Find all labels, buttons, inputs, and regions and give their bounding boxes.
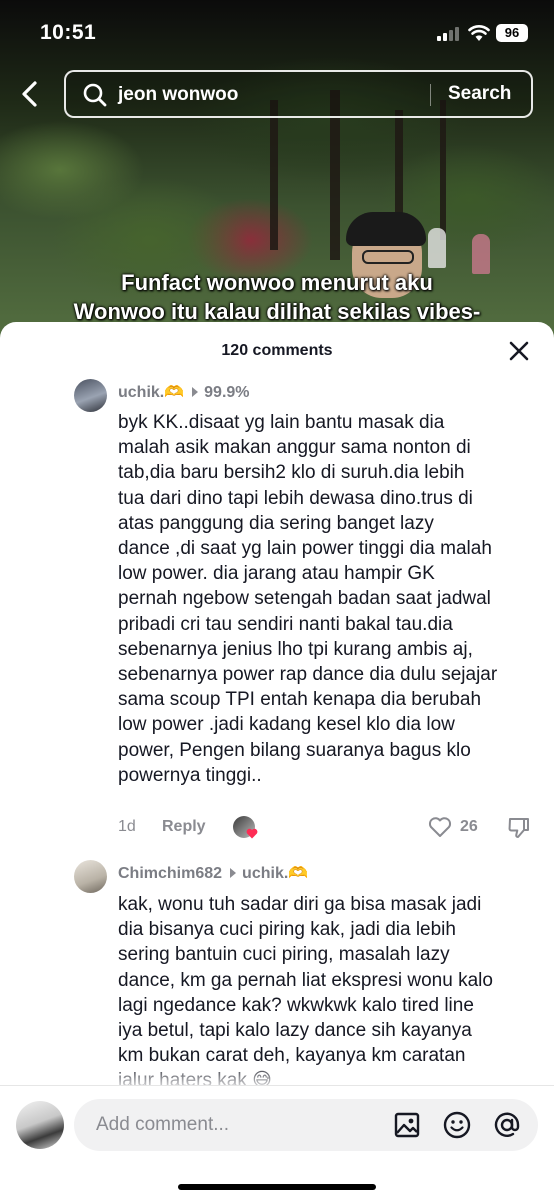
wifi-icon: [468, 25, 490, 41]
signal-icon: [437, 27, 459, 41]
reply-button[interactable]: Reply: [162, 818, 206, 836]
comment-text: byk KK..disaat yg lain bantu masak dia m…: [118, 412, 498, 786]
username-text: uchik.: [118, 384, 165, 401]
comments-count-title: 120 comments: [221, 342, 333, 359]
current-user-avatar: [16, 1101, 64, 1149]
close-icon[interactable]: [506, 338, 532, 364]
tree-trunk: [270, 100, 278, 250]
tree-trunk: [440, 100, 446, 240]
comment-username[interactable]: uchik.🫶 99.9%: [118, 382, 250, 402]
reply-to-username[interactable]: uchik.: [242, 865, 288, 882]
battery-indicator: 96: [496, 24, 528, 42]
home-indicator: [178, 1184, 376, 1190]
background-person: [472, 234, 490, 274]
comment-item: Chimchim682 uchik.🫶 kak, wonu tuh sadar d…: [0, 856, 554, 1096]
search-button[interactable]: Search: [448, 83, 511, 105]
username-emoji: 🫶: [164, 384, 185, 401]
reply-to-emoji: 🫶: [288, 865, 309, 882]
like-button[interactable]: 26: [428, 816, 478, 838]
person-hair: [346, 212, 426, 246]
comment-placeholder: Add comment...: [96, 1114, 230, 1135]
commenter-avatar[interactable]: [74, 860, 107, 893]
reply-to-username[interactable]: 99.9%: [204, 384, 249, 401]
search-icon: [83, 83, 107, 107]
search-bar[interactable]: jeon wonwoo Search: [64, 70, 533, 118]
comment-time: 1d: [118, 818, 136, 835]
at-sign-icon[interactable]: [492, 1110, 522, 1140]
background-person: [428, 228, 446, 268]
commenter-avatar[interactable]: [74, 379, 107, 412]
reply-arrow-icon: [230, 868, 237, 879]
comment-username[interactable]: Chimchim682 uchik.🫶: [118, 863, 308, 883]
search-divider: [430, 84, 431, 106]
comment-item: uchik.🫶 99.9% byk KK..disaat yg lain bant…: [0, 374, 554, 844]
comment-input-bar: Add comment...: [0, 1085, 554, 1200]
person-glasses: [362, 250, 414, 264]
comments-sheet: 120 comments uchik.🫶 99.9% byk KK..disaat…: [0, 322, 554, 1200]
status-time: 10:51: [40, 21, 97, 44]
emoji-smile-icon[interactable]: [442, 1110, 472, 1140]
heart-outline-icon: [428, 817, 452, 837]
search-input[interactable]: jeon wonwoo: [118, 84, 238, 106]
add-comment-input[interactable]: Add comment...: [74, 1099, 538, 1151]
reply-arrow-icon: [192, 387, 199, 398]
creator-liked-heart-icon: [246, 828, 258, 839]
thumbs-down-icon[interactable]: [506, 816, 532, 840]
username-text: Chimchim682: [118, 865, 223, 882]
video-caption-line: Funfact wonwoo menurut aku: [121, 270, 433, 295]
status-bar: 10:51 96: [0, 0, 554, 64]
back-button[interactable]: [16, 78, 44, 110]
like-count: 26: [460, 818, 478, 835]
image-icon[interactable]: [392, 1110, 422, 1140]
